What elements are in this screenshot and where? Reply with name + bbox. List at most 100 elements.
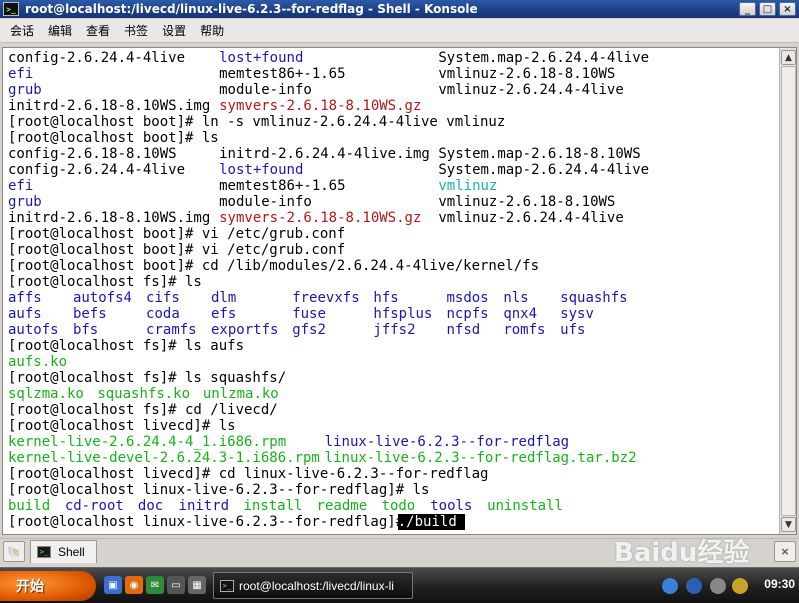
terminal-text: module-info [219,82,312,98]
terminal-line: kernel-live-2.6.24.4-4_1.i686.rpm linux-l… [5,434,779,450]
terminal-text: grub [8,82,42,98]
terminal-text: symvers-2.6.18-8.10WS.gz [219,98,422,114]
terminal-text: fuse [292,306,326,322]
terminal-line: aufs.ko [5,354,779,370]
new-session-button[interactable]: 🐚 [3,541,25,562]
terminal-text: config-2.6.24.4-4live [8,162,186,178]
konsole-icon: >_ [3,2,19,16]
terminal-text: exportfs [211,322,279,338]
terminal-text: System.map-2.6.18-8.10WS [438,146,641,162]
terminal-text: msdos [446,290,489,306]
network-icon[interactable] [662,578,678,594]
terminal-line: config-2.6.18-8.10WS initrd-2.6.24.4-4liv… [5,146,779,162]
terminal-line: [root@localhost livecd]# cd linux-live-6… [5,466,779,482]
terminal-text: unlzma.ko [202,386,279,402]
terminal-text: kernel-live-devel-2.6.24.3-1.i686.rpm [8,450,320,466]
terminal-text: [root@localhost fs]# ls aufs [8,338,245,354]
terminal-text: [root@localhost boot]# cd /lib/modules/2… [8,258,540,274]
terminal-text: sysv [560,306,594,322]
close-session-button[interactable]: × [774,541,796,562]
terminal-line: [root@localhost boot]# cd /lib/modules/2… [5,258,779,274]
terminal-output[interactable]: config-2.6.24.4-4live lost+found System.ma… [5,50,779,532]
scroll-up-icon[interactable]: ▲ [781,50,796,65]
desktop-icon[interactable]: ▦ [188,576,206,594]
terminal-text: cd-root [64,498,124,514]
close-button[interactable]: × [779,2,796,16]
vertical-scrollbar[interactable]: ▲ ▼ [779,48,796,534]
terminal-text: doc [137,498,164,514]
terminal-text: [root@localhost boot]# ls [8,130,219,146]
terminal-text: efs [211,306,237,322]
terminal-text: ncpfs [446,306,489,322]
terminal-text: vmlinuz-2.6.24.4-4live [438,210,624,226]
maximize-button[interactable]: □ [759,2,776,16]
menu-edit[interactable]: 编辑 [41,22,79,39]
mail-icon[interactable]: ✉ [146,576,164,594]
menu-settings[interactable]: 设置 [155,22,193,39]
terminal-text: [root@localhost livecd]# ls [8,418,236,434]
terminal-line: [root@localhost boot]# ln -s vmlinuz-2.6… [5,114,779,130]
terminal-line: [root@localhost fs]# ls squashfs/ [5,370,779,386]
terminal-line: [root@localhost fs]# ls aufs [5,338,779,354]
terminal-text: build [8,498,51,514]
terminal-text: autofs4 [72,290,132,306]
scrollbar-thumb[interactable] [781,66,796,516]
terminal-text: gfs2 [292,322,326,338]
terminal-text: linux-live-6.2.3--for-redflag.tar.bz2 [324,450,637,466]
terminal-text: squashfs.ko [97,386,191,402]
terminal-text: cramfs [146,322,197,338]
terminal-line: efi memtest86+-1.65 vmlinuz-2.6.18-8.10WS [5,66,779,82]
terminal-text: lost+found [219,50,304,66]
terminal-line: initrd-2.6.18-8.10WS.img symvers-2.6.18-8… [5,210,779,226]
window-titlebar[interactable]: >_ root@localhost:/livecd/linux-live-6.2… [0,0,799,18]
terminal-line: config-2.6.24.4-4live lost+found System.ma… [5,162,779,178]
start-button[interactable]: 开始 [0,571,96,601]
terminal-text: dlm [211,290,237,306]
scroll-down-icon[interactable]: ▼ [781,517,796,532]
menu-bookmarks[interactable]: 书签 [117,22,155,39]
terminal-current-input: ./build [397,514,466,530]
terminal-text: romfs [503,322,546,338]
terminal-text: autofs [8,322,59,338]
terminal-text: vmlinuz-2.6.18-8.10WS [438,194,616,210]
tab-shell[interactable]: >_ Shell [30,540,97,563]
menu-help[interactable]: 帮助 [193,22,231,39]
updater-icon[interactable] [686,578,702,594]
terminal-line: [root@localhost boot]# vi /etc/grub.conf [5,242,779,258]
terminal-text: config-2.6.18-8.10WS [8,146,177,162]
terminal-line: config-2.6.24.4-4live lost+found System.ma… [5,50,779,66]
clock[interactable]: 09:30 [764,577,795,591]
volume-icon[interactable] [710,578,726,594]
terminal-line: initrd-2.6.18-8.10WS.img symvers-2.6.18-8… [5,98,779,114]
power-icon[interactable] [732,578,748,594]
menu-view[interactable]: 查看 [79,22,117,39]
terminal-text: symvers-2.6.18-8.10WS.gz [219,210,422,226]
firefox-icon[interactable]: ◉ [125,576,143,594]
terminal-text: linux-live-6.2.3--for-redflag [324,434,570,450]
terminal-launcher-icon[interactable]: ▭ [167,576,185,594]
terminal-line: build cd-root doc initrd install readme todo to… [5,498,779,514]
terminal-line: [root@localhost fs]# ls [5,274,779,290]
terminal-text: [root@localhost livecd]# cd linux-live-6… [8,466,489,482]
terminal-text: readme [316,498,368,514]
terminal-text: grub [8,194,42,210]
terminal-text: cifs [146,290,180,306]
terminal-text: befs [72,306,107,322]
tab-shell-label: Shell [58,545,85,559]
minimize-button[interactable]: _ [739,2,756,16]
file-manager-icon[interactable]: ▣ [104,576,122,594]
terminal-text: vmlinuz-2.6.18-8.10WS [438,66,616,82]
terminal-text: vmlinuz [438,178,498,194]
new-session-icon: 🐚 [6,544,22,559]
terminal-line: kernel-live-devel-2.6.24.3-1.i686.rpm lin… [5,450,779,466]
terminal-text: affs [8,290,42,306]
task-konsole[interactable]: >_ root@localhost:/livecd/linux-li [213,572,413,599]
task-konsole-label: root@localhost:/livecd/linux-li [239,578,394,593]
terminal-text: sqlzma.ko [8,386,84,402]
terminal-text: hfsplus [373,306,433,322]
terminal-text: kernel-live-2.6.24.4-4_1.i686.rpm [8,434,287,450]
terminal-text: todo [381,498,416,514]
menu-session[interactable]: 会话 [3,22,41,39]
terminal-text: [root@localhost boot]# vi /etc/grub.conf [8,242,346,258]
terminal-text: [root@localhost fs]# cd /livecd/ [8,402,278,418]
